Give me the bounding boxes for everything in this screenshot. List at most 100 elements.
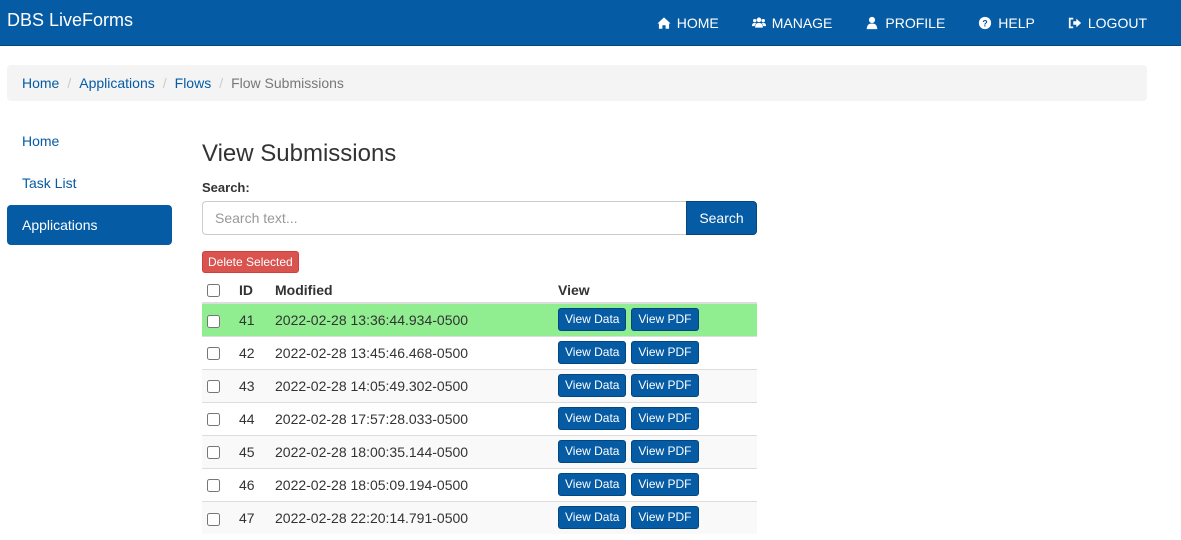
nav-manage[interactable]: MANAGE — [751, 14, 833, 31]
table-row: 46 2022-02-28 18:05:09.194-0500 View Data … — [202, 467, 757, 501]
table-body: 41 2022-02-28 13:36:44.934-0500 View Data … — [202, 303, 757, 534]
breadcrumb-applications[interactable]: Applications — [79, 75, 155, 91]
nav-help[interactable]: ? HELP — [977, 15, 1035, 31]
row-modified: 2022-02-28 22:20:14.791-0500 — [270, 500, 553, 534]
top-navbar: DBS LiveForms HOME MANAGE PROFILE ? HELP — [0, 0, 1181, 46]
row-checkbox[interactable] — [207, 380, 220, 394]
row-actions: View Data View PDF — [553, 500, 757, 534]
sidebar-item-applications[interactable]: Applications — [7, 205, 172, 245]
breadcrumb-separator: / — [219, 75, 224, 91]
view-data-button[interactable]: View Data — [558, 374, 627, 397]
table-row: 45 2022-02-28 18:00:35.144-0500 View Data … — [202, 434, 757, 468]
view-data-button[interactable]: View Data — [558, 308, 627, 332]
row-id: 42 — [234, 335, 270, 369]
header-id: ID — [234, 277, 270, 304]
row-actions: View Data View PDF — [553, 303, 757, 336]
nav-logout[interactable]: LOGOUT — [1067, 15, 1147, 31]
row-modified: 2022-02-28 18:05:09.194-0500 — [270, 467, 553, 501]
table-row: 44 2022-02-28 17:57:28.033-0500 View Data … — [202, 401, 757, 435]
row-select-cell — [202, 368, 234, 402]
nav-home-label: HOME — [676, 14, 719, 31]
nav-help-label: HELP — [998, 14, 1035, 31]
search-group: Search — [202, 201, 757, 235]
sidebar: Home Task List Applications — [7, 121, 172, 247]
row-modified: 2022-02-28 13:45:46.468-0500 — [270, 335, 553, 369]
row-checkbox[interactable] — [207, 347, 220, 361]
table-row: 42 2022-02-28 13:45:46.468-0500 View Data … — [202, 335, 757, 369]
submissions-table: ID Modified View 41 2022-02-28 13:36:44.9… — [202, 277, 757, 534]
search-button[interactable]: Search — [686, 201, 757, 235]
main-content: View Submissions Search: Search Delete S… — [202, 140, 757, 534]
row-select-cell — [202, 303, 234, 336]
select-all-checkbox[interactable] — [207, 284, 220, 298]
view-pdf-button[interactable]: View PDF — [631, 473, 699, 496]
nav-profile-label: PROFILE — [885, 14, 946, 31]
view-pdf-button[interactable]: View PDF — [631, 506, 699, 530]
view-data-button[interactable]: View Data — [558, 506, 627, 530]
breadcrumb: Home / Applications / Flows / Flow Submi… — [7, 65, 1147, 101]
header-select-all — [202, 277, 234, 304]
page-title: View Submissions — [202, 140, 397, 167]
nav-links: HOME MANAGE PROFILE ? HELP LOGOUT — [624, 0, 1147, 45]
view-data-button[interactable]: View Data — [558, 341, 627, 364]
row-id: 46 — [234, 467, 270, 501]
view-pdf-button[interactable]: View PDF — [631, 374, 699, 397]
row-checkbox[interactable] — [207, 314, 220, 328]
users-icon — [751, 16, 767, 30]
row-modified: 2022-02-28 14:05:49.302-0500 — [270, 368, 553, 402]
row-checkbox[interactable] — [207, 413, 220, 427]
header-view: View — [553, 277, 757, 304]
table-row: 41 2022-02-28 13:36:44.934-0500 View Data … — [202, 303, 757, 336]
row-id: 44 — [234, 401, 270, 435]
nav-manage-label: MANAGE — [771, 14, 833, 31]
sidebar-item-home[interactable]: Home — [7, 121, 172, 161]
view-data-button[interactable]: View Data — [558, 473, 627, 496]
sidebar-item-task-list[interactable]: Task List — [7, 163, 172, 203]
row-checkbox[interactable] — [207, 446, 220, 460]
row-actions: View Data View PDF — [553, 401, 757, 435]
logout-icon — [1067, 16, 1083, 30]
row-id: 43 — [234, 368, 270, 402]
row-actions: View Data View PDF — [553, 368, 757, 402]
breadcrumb-separator: / — [67, 75, 72, 91]
table-row: 47 2022-02-28 22:20:14.791-0500 View Data … — [202, 500, 757, 534]
view-data-button[interactable]: View Data — [558, 407, 627, 430]
brand-link[interactable]: DBS LiveForms — [7, 10, 133, 30]
row-id: 45 — [234, 434, 270, 468]
search-input[interactable] — [202, 201, 686, 235]
table-header-row: ID Modified View — [202, 277, 757, 304]
row-id: 41 — [234, 303, 270, 336]
view-pdf-button[interactable]: View PDF — [631, 440, 699, 463]
row-checkbox[interactable] — [207, 512, 220, 526]
nav-home[interactable]: HOME — [656, 15, 719, 31]
delete-selected-button[interactable]: Delete Selected — [202, 251, 299, 273]
breadcrumb-home[interactable]: Home — [22, 75, 59, 91]
view-pdf-button[interactable]: View PDF — [631, 407, 699, 430]
breadcrumb-separator: / — [162, 75, 167, 91]
row-select-cell — [202, 401, 234, 435]
row-select-cell — [202, 335, 234, 369]
header-modified: Modified — [270, 277, 553, 304]
row-select-cell — [202, 467, 234, 501]
row-actions: View Data View PDF — [553, 434, 757, 468]
view-pdf-button[interactable]: View PDF — [631, 341, 699, 364]
view-pdf-button[interactable]: View PDF — [631, 308, 699, 332]
row-id: 47 — [234, 500, 270, 534]
row-modified: 2022-02-28 13:36:44.934-0500 — [270, 303, 553, 336]
table-row: 43 2022-02-28 14:05:49.302-0500 View Data … — [202, 368, 757, 402]
breadcrumb-flows[interactable]: Flows — [175, 75, 212, 91]
user-icon — [864, 16, 880, 30]
nav-logout-label: LOGOUT — [1087, 14, 1147, 31]
row-checkbox[interactable] — [207, 479, 220, 493]
nav-profile[interactable]: PROFILE — [864, 15, 945, 31]
view-data-button[interactable]: View Data — [558, 440, 627, 463]
question-circle-icon: ? — [977, 16, 993, 30]
row-modified: 2022-02-28 17:57:28.033-0500 — [270, 401, 553, 435]
row-actions: View Data View PDF — [553, 335, 757, 369]
row-select-cell — [202, 434, 234, 468]
svg-text:?: ? — [983, 18, 988, 28]
home-icon — [656, 16, 672, 30]
breadcrumb-current: Flow Submissions — [231, 75, 344, 91]
row-actions: View Data View PDF — [553, 467, 757, 501]
search-label: Search: — [202, 180, 250, 195]
